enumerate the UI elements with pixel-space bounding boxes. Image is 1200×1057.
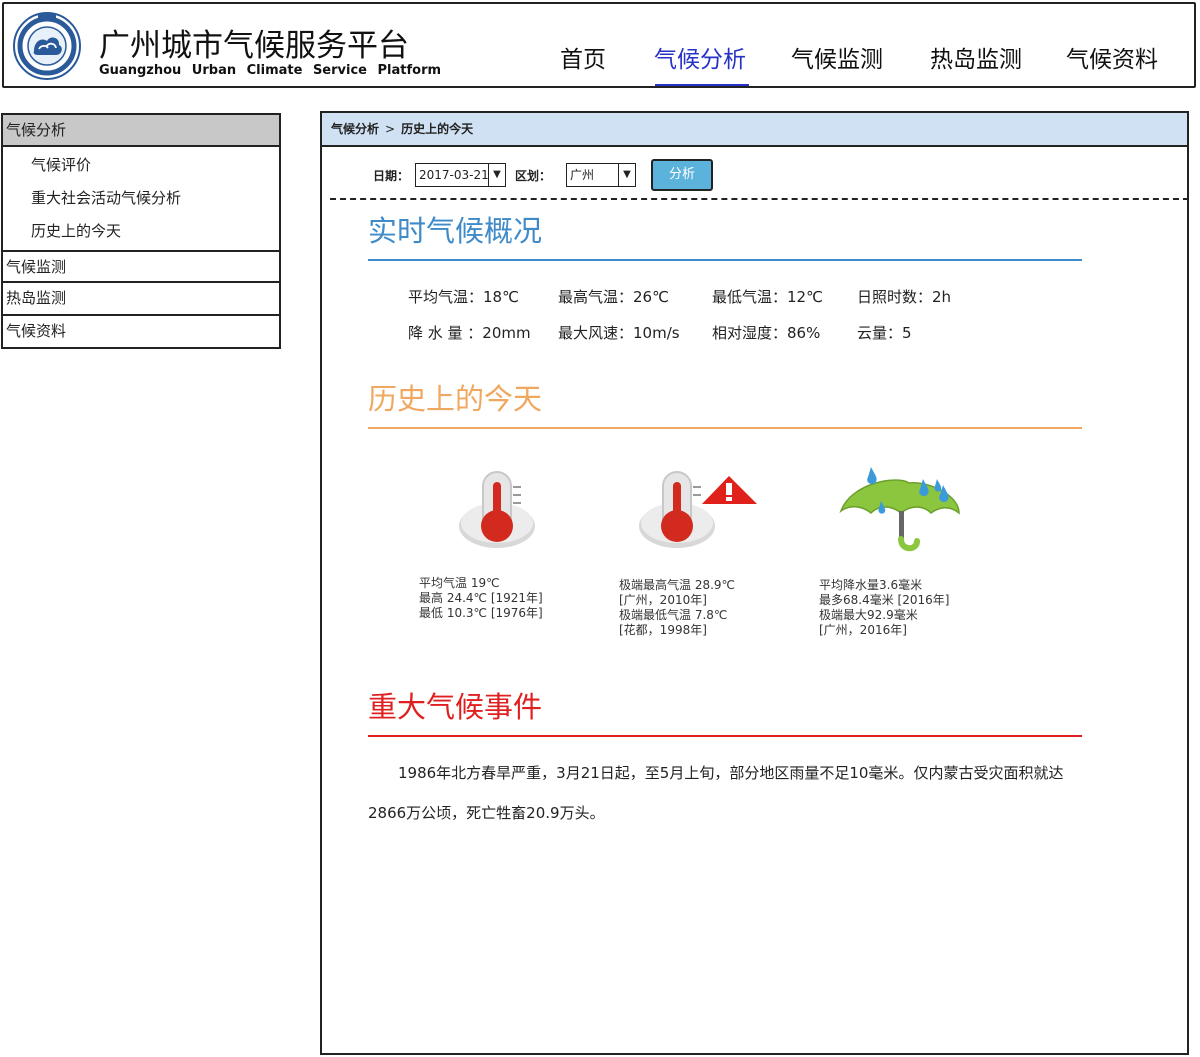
breadcrumb-parent[interactable]: 气候分析 xyxy=(331,122,379,136)
nav-climate-monitoring[interactable]: 气候监测 xyxy=(791,40,883,74)
stat-avg-temp: 平均气温：18℃ xyxy=(408,288,519,306)
breadcrumb-current: 历史上的今天 xyxy=(401,122,474,136)
chevron-down-icon[interactable]: ▼ xyxy=(488,164,505,186)
nav-active-indicator xyxy=(655,84,749,86)
umbrella-rain-icon xyxy=(839,467,960,552)
history-line: [花都，1998年] xyxy=(619,623,707,637)
district-value: 广州 xyxy=(570,168,595,182)
stat-humidity: 相对湿度：86% xyxy=(712,324,821,342)
realtime-title: 实时气候概况 xyxy=(368,214,543,248)
history-line: 极端最低气温 7.8℃ xyxy=(619,608,728,622)
history-line: 极端最大92.9毫米 xyxy=(819,608,918,622)
sidebar-item-climate-analysis[interactable]: 气候分析 xyxy=(1,113,281,147)
district-select[interactable]: 广州 ▼ xyxy=(566,163,636,187)
history-card-precipitation: 平均降水量3.6毫米 最多68.4毫米 [2016年] 极端最大92.9毫米 [… xyxy=(819,578,1019,638)
events-description: 1986年北方春旱严重，3月21日起，至5月上旬，部分地区雨量不足10毫米。仅内… xyxy=(368,764,1064,822)
sidebar-item-climate-data[interactable]: 气候资料 xyxy=(1,316,281,349)
sidebar-submenu: 气候评价 重大社会活动气候分析 历史上的今天 xyxy=(1,147,281,250)
sidebar-subitem-climate-evaluation[interactable]: 气候评价 xyxy=(3,149,279,182)
history-line: 最高 24.4℃ [1921年] xyxy=(419,591,543,605)
nav-home[interactable]: 首页 xyxy=(560,40,606,74)
analyze-button[interactable]: 分析 xyxy=(651,159,713,191)
thermometer-icon xyxy=(459,471,535,548)
history-line: [广州，2010年] xyxy=(619,593,707,607)
sidebar-subitem-today-in-history[interactable]: 历史上的今天 xyxy=(3,215,279,248)
breadcrumb-separator: > xyxy=(385,122,396,136)
history-line: [广州，2016年] xyxy=(819,623,907,637)
main-nav: 首页 气候分析 气候监测 热岛监测 气候资料 xyxy=(4,40,1194,80)
breadcrumb: 气候分析 > 历史上的今天 xyxy=(322,113,1187,147)
chevron-down-icon[interactable]: ▼ xyxy=(618,164,635,186)
stat-precipitation: 降 水 量 ：20mm xyxy=(408,324,531,342)
nav-climate-data[interactable]: 气候资料 xyxy=(1066,40,1158,74)
sidebar: 气候分析 气候评价 重大社会活动气候分析 历史上的今天 气候监测 热岛监测 气候… xyxy=(1,113,281,349)
history-line: 平均气温 19℃ xyxy=(419,576,500,590)
date-value: 2017-03-21 xyxy=(419,168,489,182)
history-line: 最多68.4毫米 [2016年] xyxy=(819,593,950,607)
stat-max-wind: 最大风速：10m/s xyxy=(558,324,680,342)
main-panel: 气候分析 > 历史上的今天 日期： 2017-03-21 ▼ 区划： 广州 ▼ 分析… xyxy=(320,111,1189,1055)
history-line: 平均降水量3.6毫米 xyxy=(819,578,923,592)
stat-cloud: 云量：5 xyxy=(857,324,912,342)
nav-climate-analysis[interactable]: 气候分析 xyxy=(654,40,746,74)
divider xyxy=(330,198,1189,200)
events-rule xyxy=(368,735,1082,737)
thermometer-alert-icon xyxy=(639,471,757,548)
nav-heat-island[interactable]: 热岛监测 xyxy=(930,40,1022,74)
realtime-rule xyxy=(368,259,1082,261)
filter-bar: 日期： 2017-03-21 ▼ 区划： 广州 ▼ 分析 xyxy=(322,159,1187,193)
site-header: 广州城市气候服务平台 Guangzhou Urban Climate Servi… xyxy=(2,2,1196,88)
stat-sunshine: 日照时数：2h xyxy=(857,288,952,306)
sidebar-subitem-major-events[interactable]: 重大社会活动气候分析 xyxy=(3,182,279,215)
history-rule xyxy=(368,427,1082,429)
sidebar-item-heat-island[interactable]: 热岛监测 xyxy=(1,283,281,316)
date-select[interactable]: 2017-03-21 ▼ xyxy=(415,163,506,187)
history-title: 历史上的今天 xyxy=(368,382,543,416)
stat-min-temp: 最低气温：12℃ xyxy=(712,288,823,306)
history-line: 最低 10.3℃ [1976年] xyxy=(419,606,543,620)
date-label: 日期： xyxy=(373,169,410,183)
sidebar-item-climate-monitoring[interactable]: 气候监测 xyxy=(1,250,281,283)
history-line: 极端最高气温 28.9℃ xyxy=(619,578,736,592)
history-card-extreme-temp: 极端最高气温 28.9℃ [广州，2010年] 极端最低气温 7.8℃ [花都，… xyxy=(619,578,819,638)
stat-max-temp: 最高气温：26℃ xyxy=(558,288,669,306)
events-title: 重大气候事件 xyxy=(368,690,543,724)
history-card-avg-temp: 平均气温 19℃ 最高 24.4℃ [1921年] 最低 10.3℃ [1976… xyxy=(419,576,619,621)
district-label: 区划： xyxy=(515,169,552,183)
